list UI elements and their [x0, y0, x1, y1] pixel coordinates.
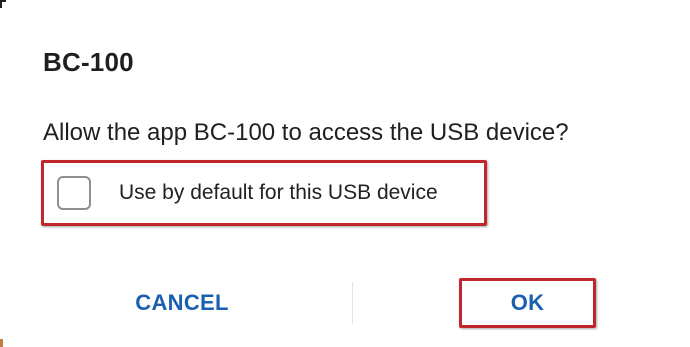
dialog-message: Allow the app BC-100 to access the USB d…	[43, 119, 569, 146]
default-usb-checkbox[interactable]	[57, 176, 91, 210]
corner-mark	[0, 339, 3, 347]
cancel-button[interactable]: CANCEL	[112, 280, 252, 326]
usb-permission-dialog: BC-100 Allow the app BC-100 to access th…	[0, 0, 690, 347]
corner-mark	[0, 0, 6, 8]
ok-button[interactable]: OK	[459, 278, 596, 328]
default-usb-checkbox-label[interactable]: Use by default for this USB device	[119, 181, 438, 205]
default-usb-checkbox-row[interactable]: Use by default for this USB device	[41, 160, 487, 226]
button-divider	[352, 282, 353, 324]
dialog-title: BC-100	[43, 47, 134, 77]
